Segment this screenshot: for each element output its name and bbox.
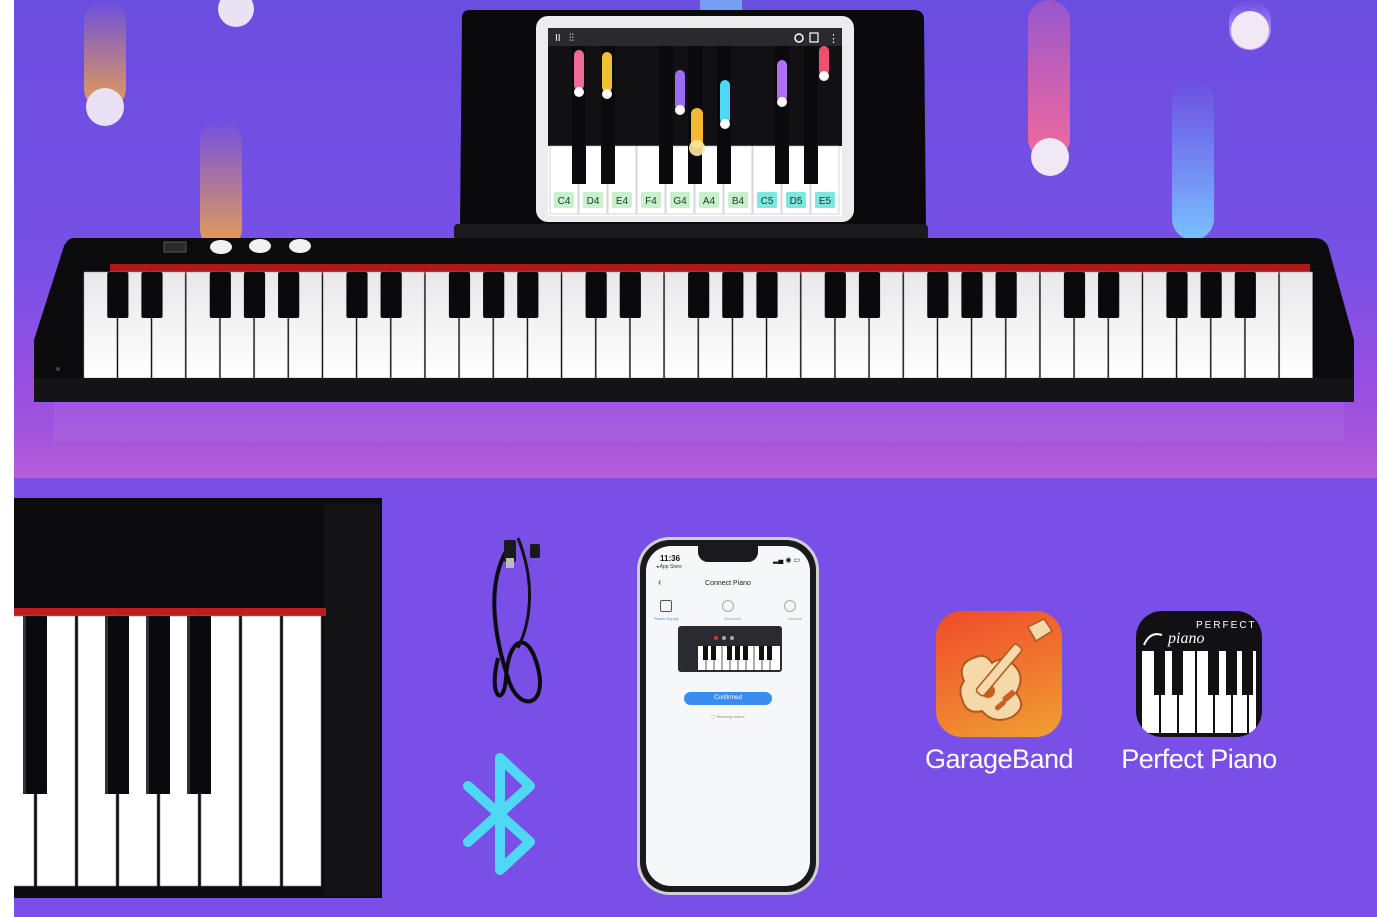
usb-cable-icon [492, 537, 542, 704]
smartphone: 11:36 ◂ App Store ▂▄ ◉ ▭ ‹ Connect Piano… [640, 540, 816, 892]
piano-black-key [380, 272, 402, 318]
note-label: F4 [645, 196, 657, 207]
bluetooth-step-icon [722, 600, 734, 612]
step-label: Connect [787, 616, 802, 621]
closeup-black-key-edge [146, 616, 149, 794]
hero-keyboard-scene: II ⫶⫶ ⋮ C4 D4 E4 F4 G4 A4 B4 C5 D5 E5 [14, 0, 1377, 478]
garageband-label: GarageBand [924, 744, 1074, 774]
tablet-black-key [659, 46, 673, 184]
piano-black-key [1063, 272, 1086, 318]
note-label: B4 [732, 196, 745, 207]
closeup-black-key-edge [187, 616, 190, 794]
piano-black-key [278, 272, 300, 318]
note-label: E4 [616, 196, 629, 207]
piano-black-key [1166, 272, 1188, 318]
piano-black-key [585, 272, 607, 318]
power-supply-icon [660, 600, 672, 612]
piano-black-key [517, 272, 539, 318]
connect-step-icon [784, 600, 796, 612]
note-label: C5 [761, 196, 774, 207]
garageband-app-icon[interactable] [936, 611, 1062, 737]
piano-black-key [209, 272, 231, 318]
piano-black-key [448, 272, 471, 318]
teaching-videos-label: Teaching videos [716, 714, 745, 719]
note-label: C4 [558, 196, 571, 207]
closeup-black-key [146, 616, 170, 794]
teaching-videos-link[interactable]: ▢ Teaching videos [646, 714, 810, 719]
perfect-piano-app-icon[interactable]: PERFECT piano [1136, 611, 1262, 737]
note-label: D5 [790, 196, 803, 207]
closeup-black-key-edge [23, 616, 26, 794]
closeup-white-key [241, 615, 281, 887]
piano-black-key [346, 272, 368, 318]
piano-black-key [141, 272, 163, 318]
step-label: Bluetooth [724, 616, 742, 621]
piano-black-key [961, 272, 983, 318]
keyboard-illustration: II ⫶⫶ ⋮ C4 D4 E4 F4 G4 A4 B4 C5 D5 E5 [14, 0, 1377, 478]
keyboard-closeup [14, 498, 382, 898]
piano-black-key [1234, 272, 1256, 318]
garageband-guitar-icon [959, 618, 1054, 721]
closeup-black-key [187, 616, 211, 794]
svg-text:piano: piano [1167, 630, 1204, 647]
keyboard-body [34, 238, 1354, 402]
piano-black-key [483, 272, 505, 318]
svg-text:II: II [555, 33, 561, 44]
note-label: A4 [703, 196, 716, 207]
phone-screen-title: Connect Piano [705, 580, 751, 587]
bluetooth-icon [463, 753, 535, 875]
piano-black-key [722, 272, 744, 318]
phone-screen: 11:36 ◂ App Store ▂▄ ◉ ▭ ‹ Connect Piano… [646, 546, 810, 886]
note-label: D4 [587, 196, 600, 207]
piano-white-key [1279, 271, 1313, 379]
phone-status-icons: ▂▄ ◉ ▭ [773, 557, 800, 564]
closeup-black-key [105, 616, 129, 794]
closeup-black-key [23, 616, 47, 794]
phone-notch [698, 546, 758, 562]
perfect-piano-icon: PERFECT piano [1142, 620, 1257, 733]
svg-text:PERFECT: PERFECT [1196, 620, 1257, 631]
phone-back-link[interactable]: ◂ App Store [656, 564, 682, 570]
svg-text:⫶⫶: ⫶⫶ [569, 33, 574, 44]
note-label: G4 [673, 196, 687, 207]
piano-black-key [858, 272, 881, 318]
piano-black-key [107, 272, 129, 318]
piano-black-key [243, 272, 266, 318]
tablet-black-key [804, 46, 818, 184]
phone-piano-image [678, 626, 782, 672]
tablet-device: II ⫶⫶ ⋮ C4 D4 E4 F4 G4 A4 B4 C5 D5 E5 [536, 16, 854, 222]
piano-black-key [619, 272, 641, 318]
piano-black-key [688, 272, 710, 318]
closeup-white-key [282, 615, 322, 887]
confirm-button[interactable]: Confirmed [684, 692, 772, 705]
perfect-piano-label: Perfect Piano [1121, 744, 1277, 774]
piano-black-key [995, 272, 1017, 318]
piano-black-key [824, 272, 846, 318]
piano-black-key [927, 272, 949, 318]
phone-time: 11:36 [660, 554, 681, 563]
piano-black-key [1200, 272, 1222, 318]
connectivity-panel: 11:36 ◂ App Store ▂▄ ◉ ▭ ‹ Connect Piano… [14, 478, 1377, 917]
svg-text:⋮: ⋮ [828, 33, 839, 45]
step-label: Power Supply [654, 616, 679, 621]
closeup-black-key-edge [105, 616, 108, 794]
piano-black-key [1098, 272, 1120, 318]
piano-black-key [756, 272, 778, 318]
phone-step-icons [660, 600, 796, 612]
phone-steps: Power Supply Bluetooth Connect [654, 616, 802, 621]
note-label: E5 [819, 196, 832, 207]
